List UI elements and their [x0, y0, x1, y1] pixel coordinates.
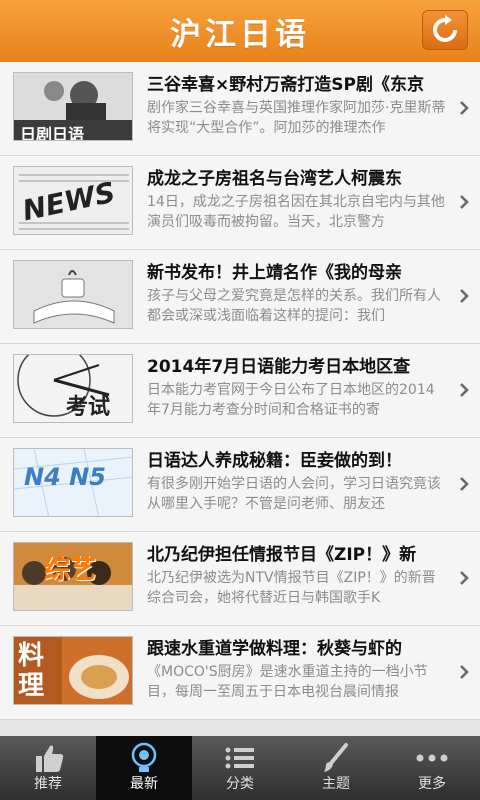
tab-theme[interactable]: 主题 [288, 736, 384, 800]
news-item[interactable]: 新书发布！井上靖名作《我的母亲 孩子与父母之爱究竟是怎样的关系。我们所有人都会或… [0, 250, 480, 344]
news-title: 三谷幸喜×野村万斋打造SP剧《东京 [147, 75, 424, 95]
app-title: 沪江日语 [170, 16, 310, 53]
news-item[interactable]: 日剧日语 三谷幸喜×野村万斋打造SP剧《东京 剧作家三谷幸喜与英国推理作家阿加莎… [0, 62, 480, 156]
news-title: 2014年7月日语能力考日本地区查 [147, 357, 411, 377]
brush-icon [324, 743, 348, 772]
news-summary: 北乃纪伊被选为NTV情报节目《ZIP！》的新晋综合司会，她将代替近日与韩国歌手K [147, 570, 436, 606]
tab-label: 主题 [322, 776, 350, 792]
news-title: 北乃纪伊担任情报节目《ZIP！》新 [147, 545, 417, 565]
news-summary: 日本能力考官网于今日公布了日本地区的2014年7月能力考查分时间和合格证书的寄 [147, 382, 435, 418]
chevron-right-icon [460, 195, 469, 209]
chevron-right-icon [460, 665, 469, 679]
news-summary: 有很多刚开始学日语的人会问，学习日语究竟该从哪里入手呢？不管是问老师、朋友还 [147, 476, 441, 512]
tab-recommend[interactable]: 推荐 [0, 736, 96, 800]
tab-category[interactable]: 分类 [192, 736, 288, 800]
news-item[interactable]: 料理 跟速水重道学做料理：秋葵与虾的 《MOCO'S厨房》是速水重道主持的一档小… [0, 626, 480, 720]
news-item[interactable]: NEWS 成龙之子房祖名与台湾艺人柯震东 14日，成龙之子房祖名因在其北京自宅内… [0, 156, 480, 250]
lightbulb-icon [131, 742, 157, 772]
tab-latest[interactable]: 最新 [96, 736, 192, 800]
news-thumbnail: 综艺 [13, 542, 133, 611]
refresh-button[interactable] [422, 10, 468, 50]
news-thumbnail: N4 N5 [13, 448, 133, 517]
app-header: 沪江日语 [0, 0, 480, 62]
tab-more[interactable]: 更多 [384, 736, 480, 800]
chevron-right-icon [460, 383, 469, 397]
news-item[interactable]: N4 N5 日语达人养成秘籍：臣妾做的到！ 有很多刚开始学日语的人会问，学习日语… [0, 438, 480, 532]
news-title: 跟速水重道学做料理：秋葵与虾的 [147, 639, 402, 659]
thumbnail-caption: 料理 [18, 641, 45, 701]
chevron-right-icon [460, 101, 469, 115]
news-thumbnail: 日剧日语 [13, 72, 133, 141]
refresh-icon [433, 15, 457, 42]
bottom-tab-bar: 推荐 最新 分类 主题 更多 [0, 736, 480, 800]
news-item[interactable]: 考试 2014年7月日语能力考日本地区查 日本能力考官网于今日公布了日本地区的2… [0, 344, 480, 438]
news-thumbnail: 料理 [13, 636, 133, 705]
news-thumbnail: NEWS [13, 166, 133, 235]
news-summary: 《MOCO'S厨房》是速水重道主持的一档小节目，每周一至周五于日本电视台晨间情报 [147, 664, 428, 700]
thumbnail-caption: 考试 [66, 395, 111, 420]
news-summary: 14日，成龙之子房祖名因在其北京自宅内与其他演员们吸毒而被拘留。当天，北京警方 [147, 194, 445, 230]
thumbnail-caption: 综艺 [44, 555, 97, 585]
news-title: 日语达人养成秘籍：臣妾做的到！ [147, 451, 402, 471]
list-icon [225, 747, 254, 769]
news-title: 成龙之子房祖名与台湾艺人柯震东 [147, 169, 402, 189]
news-summary: 剧作家三谷幸喜与英国推理作家阿加莎·克里斯蒂将实现“大型合作”。阿加莎的推理杰作 [147, 100, 446, 136]
news-thumbnail: 考试 [13, 354, 133, 423]
news-summary: 孩子与父母之爱究竟是怎样的关系。我们所有人都会或深或浅面临着这样的提问：我们 [147, 288, 441, 324]
thumbnail-caption: 日剧日语 [20, 125, 85, 141]
tab-label: 推荐 [34, 776, 62, 792]
news-title: 新书发布！井上靖名作《我的母亲 [147, 263, 402, 283]
chevron-right-icon [460, 477, 469, 491]
news-thumbnail [13, 260, 133, 329]
more-dots-icon [416, 754, 448, 762]
chevron-right-icon [460, 571, 469, 585]
tab-label: 分类 [226, 776, 254, 792]
news-item[interactable]: 综艺 北乃纪伊担任情报节目《ZIP！》新 北乃纪伊被选为NTV情报节目《ZIP！… [0, 532, 480, 626]
thumbnail-caption: N4 N5 [24, 463, 106, 491]
news-list[interactable]: 日剧日语 三谷幸喜×野村万斋打造SP剧《东京 剧作家三谷幸喜与英国推理作家阿加莎… [0, 62, 480, 736]
chevron-right-icon [460, 289, 469, 303]
tab-label: 更多 [418, 776, 446, 792]
tab-label: 最新 [130, 776, 158, 792]
thumbs-up-icon [36, 745, 64, 772]
